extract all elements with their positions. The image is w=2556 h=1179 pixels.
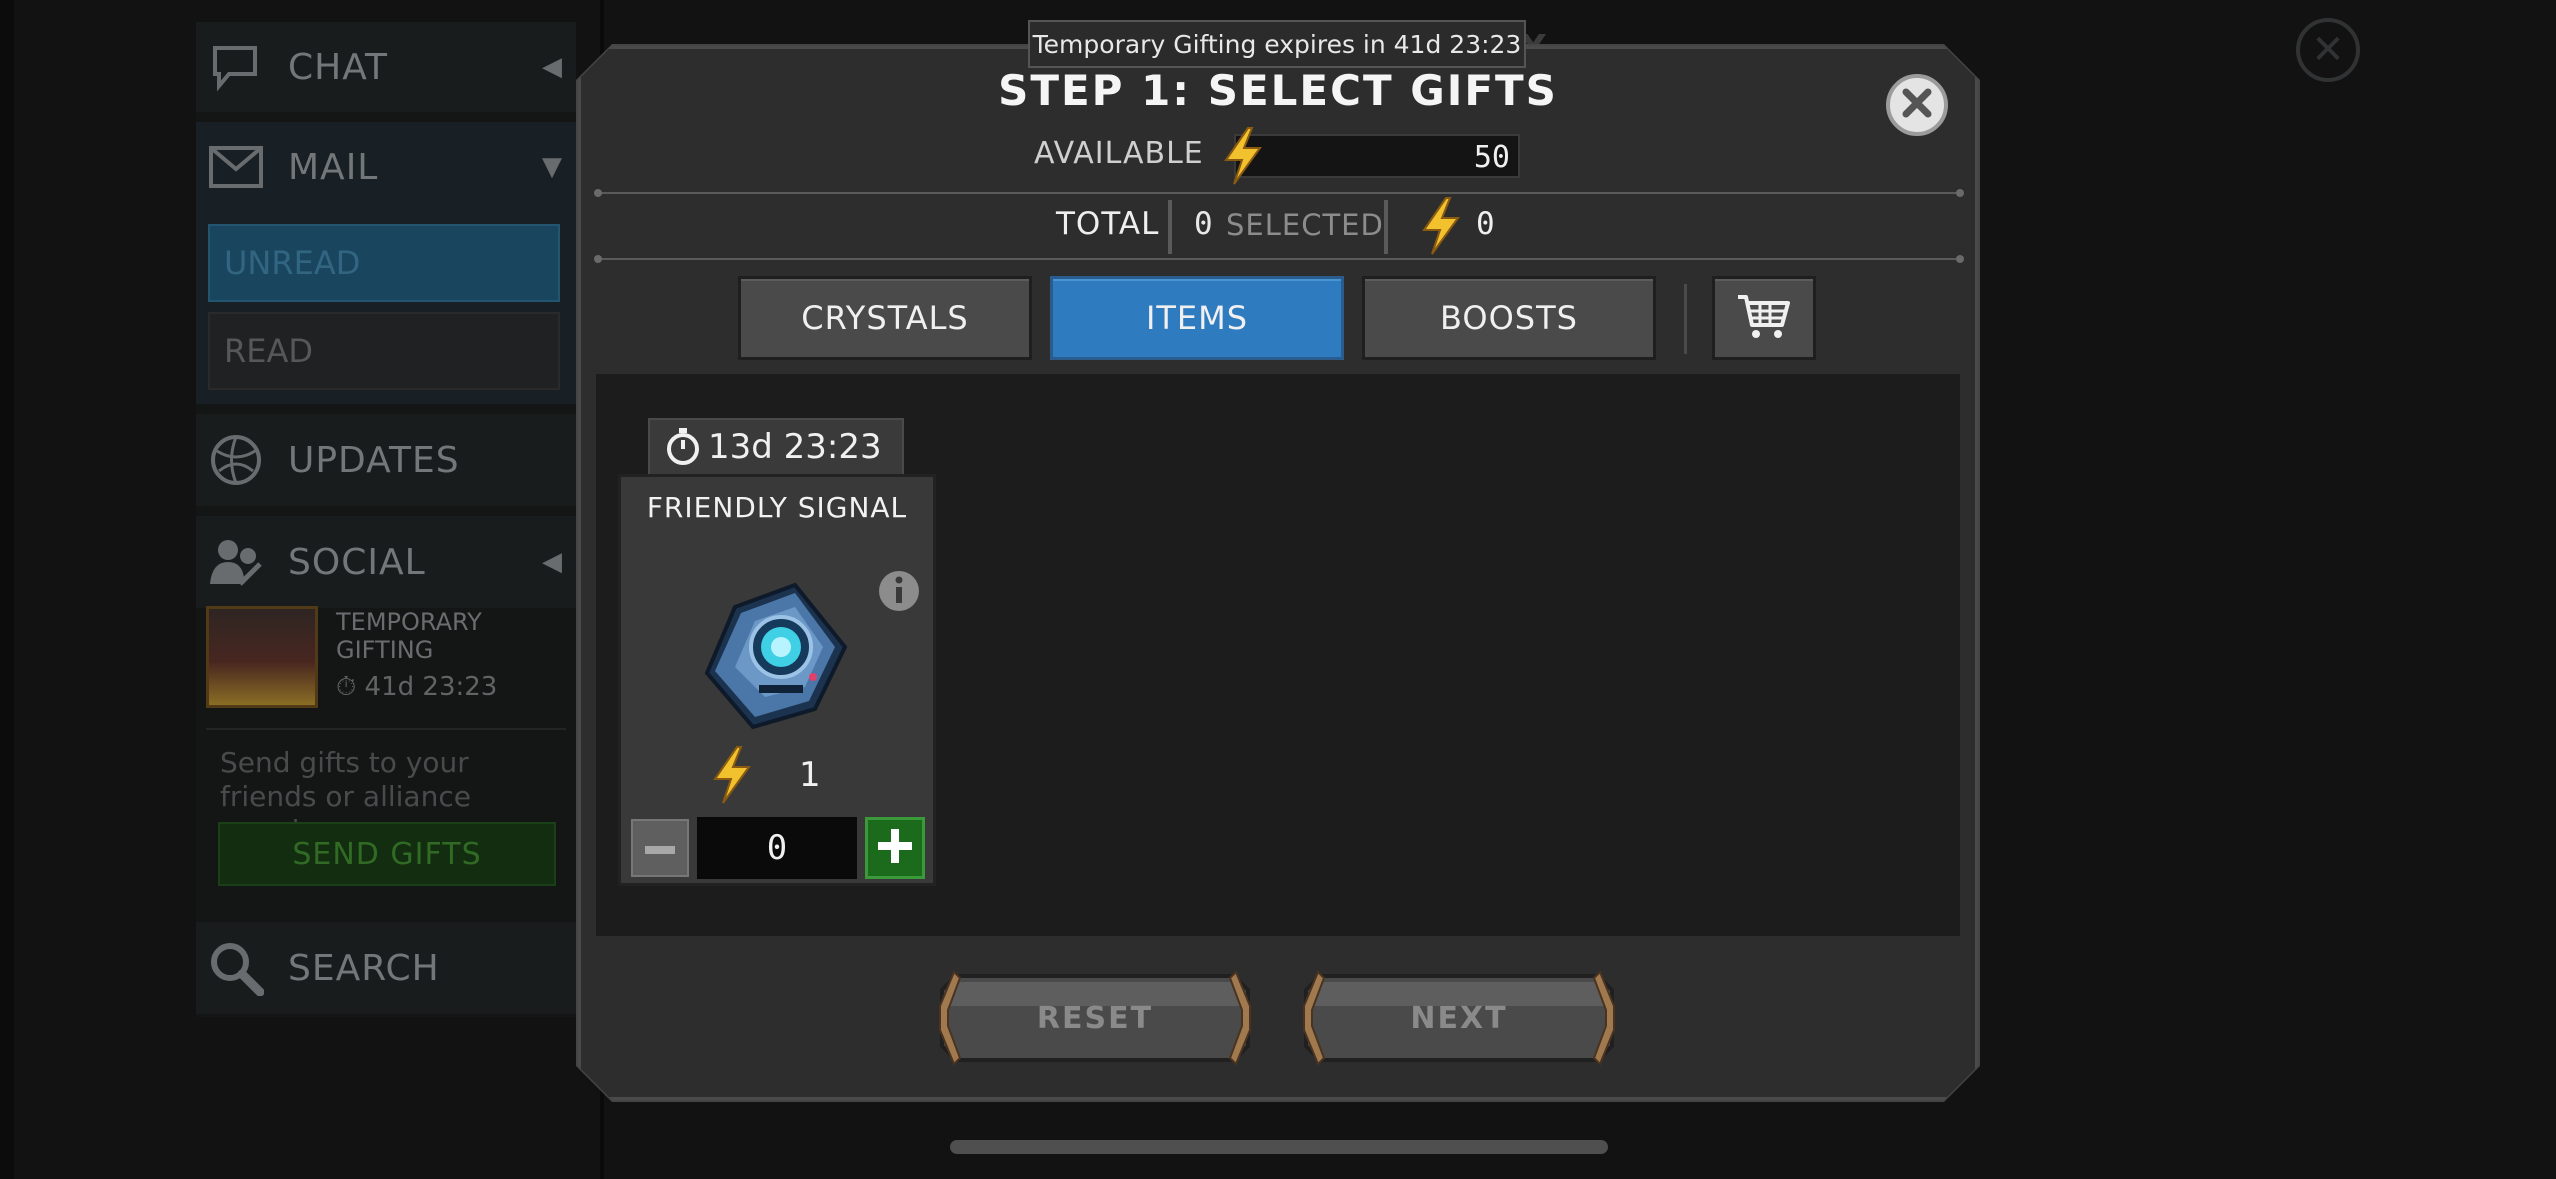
store-button[interactable] (1712, 276, 1816, 360)
item-name: FRIENDLY SIGNAL (646, 491, 908, 524)
next-label: NEXT (1410, 1000, 1508, 1036)
minus-icon (645, 839, 675, 858)
energy-icon (711, 745, 753, 809)
cart-icon (1736, 291, 1792, 345)
search-icon (208, 940, 264, 996)
divider (206, 728, 566, 730)
background-close-icon: ✕ (2296, 18, 2360, 82)
sidebar-item-updates[interactable]: UPDATES (196, 414, 576, 506)
quantity-decrease-button[interactable] (631, 819, 689, 877)
tab-crystals[interactable]: CRYSTALS (738, 276, 1032, 360)
total-cost: 0 (1476, 206, 1495, 242)
temporary-gifting-entry[interactable]: TEMPORARY GIFTING ⏱ 41d 23:23 (196, 606, 576, 726)
quantity-field[interactable]: 0 (697, 817, 857, 879)
timer-icon: ⏱ (336, 672, 357, 702)
sidebar-item-mail[interactable]: MAIL ▼ (196, 122, 576, 212)
tab-items[interactable]: ITEMS (1050, 276, 1344, 360)
item-cost: 1 (799, 755, 821, 795)
energy-icon (1420, 196, 1462, 260)
friendly-signal-item-icon (695, 577, 855, 741)
info-icon[interactable] (877, 569, 921, 617)
sidebar: CHAT ◀ MAIL ▼ UNREAD READ UPDATES SOCIAL… (196, 22, 576, 1017)
item-timer-value: 13d 23:23 (708, 427, 882, 467)
temporary-gifting-title: TEMPORARY GIFTING (336, 608, 482, 664)
screen-edge (0, 0, 14, 1179)
dialog-title: STEP 1: SELECT GIFTS (998, 66, 1558, 115)
gift-item-card: FRIENDLY SIGNAL 1 0 (618, 474, 936, 886)
expiry-tooltip: Temporary Gifting expires in 41d 23:23 (1028, 20, 1526, 68)
next-button[interactable]: NEXT (1300, 966, 1618, 1070)
quantity-increase-button[interactable] (865, 817, 925, 879)
collapse-arrow-icon: ◀ (542, 52, 562, 82)
collapse-arrow-icon: ◀ (542, 547, 562, 577)
available-energy-bar: 50 (1234, 134, 1520, 178)
sidebar-item-label: SEARCH (288, 947, 440, 989)
temporary-gifting-timer: ⏱ 41d 23:23 (336, 672, 497, 703)
home-indicator[interactable] (950, 1140, 1608, 1154)
selected-count: 0 (1194, 206, 1213, 242)
mail-read-filter[interactable]: READ (208, 312, 560, 390)
mail-icon (208, 139, 264, 195)
close-icon (1900, 86, 1934, 124)
sidebar-item-chat[interactable]: CHAT ◀ (196, 22, 576, 112)
expand-arrow-icon: ▼ (542, 152, 562, 182)
item-timer: 13d 23:23 (648, 418, 904, 476)
sidebar-item-label: MAIL (288, 146, 379, 188)
plus-icon (878, 829, 912, 867)
close-button[interactable] (1886, 74, 1948, 136)
social-icon (208, 534, 264, 590)
total-label: TOTAL (1056, 206, 1160, 242)
mail-submenu: UNREAD READ (196, 212, 576, 404)
available-label: AVAILABLE (1034, 136, 1204, 171)
reset-label: RESET (1036, 1000, 1154, 1036)
energy-icon (1222, 126, 1264, 190)
temporary-gifting-thumbnail (206, 606, 318, 708)
sidebar-item-search[interactable]: SEARCH (196, 922, 576, 1014)
send-gifts-button[interactable]: SEND GIFTS (218, 822, 556, 886)
separator (1384, 200, 1388, 254)
temporary-gifting-time: 41d 23:23 (364, 672, 498, 702)
updates-icon (208, 432, 264, 488)
divider-line (594, 255, 1964, 263)
reset-button[interactable]: RESET (936, 966, 1254, 1070)
tab-boosts[interactable]: BOOSTS (1362, 276, 1656, 360)
sidebar-item-label: SOCIAL (288, 541, 426, 583)
timer-icon (666, 428, 700, 466)
separator (1168, 200, 1172, 254)
sidebar-item-label: UPDATES (288, 439, 460, 481)
sidebar-item-label: CHAT (288, 46, 389, 88)
available-value: 50 (1473, 140, 1510, 175)
selected-label: SELECTED (1226, 208, 1384, 242)
sidebar-item-social[interactable]: SOCIAL ◀ (196, 516, 576, 608)
mail-unread-filter[interactable]: UNREAD (208, 224, 560, 302)
separator (1684, 284, 1687, 354)
divider-line (594, 189, 1964, 197)
chat-icon (208, 39, 264, 95)
